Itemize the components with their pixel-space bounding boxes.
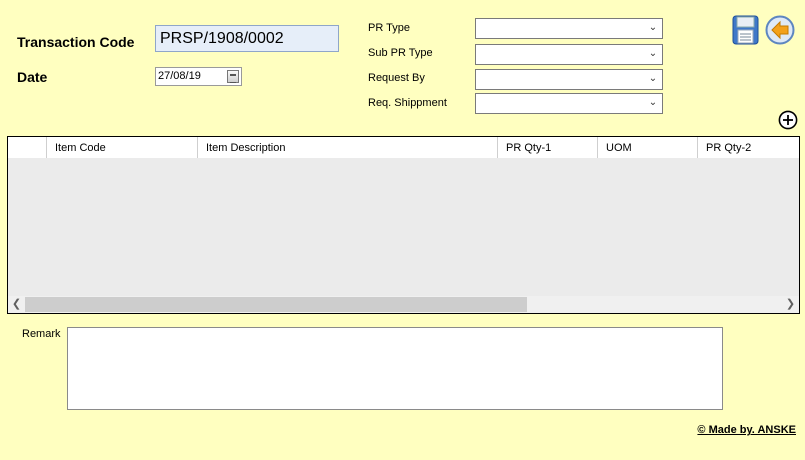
horizontal-scrollbar[interactable]: ❮ ❯ — [8, 296, 799, 313]
pr-type-select[interactable]: ⌄ — [475, 18, 663, 39]
credit-link[interactable]: © Made by. ANSKE — [697, 424, 796, 436]
scroll-left-icon[interactable]: ❮ — [8, 296, 25, 313]
save-button[interactable] — [732, 15, 759, 45]
date-value: 27/08/19 — [158, 70, 201, 82]
back-arrow-icon — [765, 15, 795, 45]
floppy-disk-icon — [732, 15, 759, 45]
chevron-down-icon[interactable]: ⌄ — [648, 48, 658, 60]
date-label: Date — [17, 69, 48, 85]
request-by-label: Request By — [368, 72, 425, 84]
chevron-down-icon[interactable]: ⌄ — [648, 97, 658, 109]
grid-col-selector[interactable] — [8, 137, 47, 158]
scrollbar-thumb[interactable] — [25, 297, 527, 312]
grid-body[interactable] — [8, 158, 799, 296]
calendar-icon[interactable] — [227, 70, 239, 83]
date-picker[interactable]: 27/08/19 — [155, 67, 242, 86]
transaction-code-label: Transaction Code — [17, 34, 135, 50]
chevron-down-icon[interactable]: ⌄ — [648, 73, 658, 85]
req-shipment-label: Req. Shippment — [368, 97, 447, 109]
add-circle-icon — [778, 110, 798, 130]
request-by-select[interactable]: ⌄ — [475, 69, 663, 90]
grid-col-pr-qty-2[interactable]: PR Qty-2 — [698, 137, 799, 158]
remark-label: Remark — [22, 328, 61, 340]
grid-col-uom[interactable]: UOM — [598, 137, 698, 158]
scroll-right-icon[interactable]: ❯ — [782, 296, 799, 313]
req-shipment-select[interactable]: ⌄ — [475, 93, 663, 114]
pr-type-label: PR Type — [368, 22, 410, 34]
sub-pr-type-select[interactable]: ⌄ — [475, 44, 663, 65]
items-grid[interactable]: Item Code Item Description PR Qty-1 UOM … — [7, 136, 800, 314]
add-row-button[interactable] — [778, 110, 798, 130]
grid-col-item-code[interactable]: Item Code — [47, 137, 198, 158]
grid-header: Item Code Item Description PR Qty-1 UOM … — [8, 137, 799, 158]
sub-pr-type-label: Sub PR Type — [368, 47, 433, 59]
grid-col-pr-qty-1[interactable]: PR Qty-1 — [498, 137, 598, 158]
back-button[interactable] — [765, 15, 795, 45]
grid-col-item-description[interactable]: Item Description — [198, 137, 498, 158]
transaction-code-field[interactable]: PRSP/1908/0002 — [155, 25, 339, 52]
remark-textarea[interactable] — [67, 327, 723, 410]
chevron-down-icon[interactable]: ⌄ — [648, 22, 658, 34]
